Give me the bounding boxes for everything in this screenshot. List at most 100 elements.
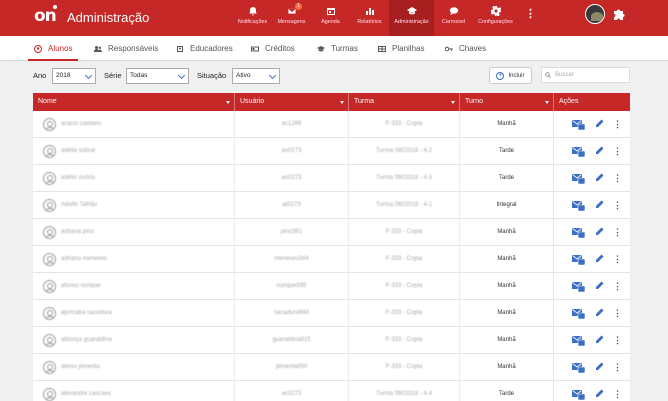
edit-icon[interactable]: [595, 362, 604, 371]
aluno-name[interactable]: acacio caetano: [61, 121, 101, 127]
table-row[interactable]: adriana pino pino361 F-333 - Copia Manhã ⋮: [33, 219, 630, 246]
column-turma[interactable]: Turma: [349, 93, 460, 111]
edit-icon[interactable]: [595, 335, 604, 344]
user-avatar-icon: [43, 334, 56, 347]
row-menu-icon[interactable]: ⋮: [613, 300, 622, 326]
cell-turno: Manhã: [460, 219, 554, 245]
aluno-name[interactable]: aldonça guaraldina: [61, 337, 112, 343]
send-message-icon[interactable]: [572, 120, 585, 130]
send-message-icon[interactable]: [572, 228, 585, 238]
edit-icon[interactable]: [595, 389, 604, 398]
ano-select[interactable]: 2018: [52, 68, 96, 84]
row-menu-icon[interactable]: ⋮: [613, 354, 622, 380]
row-menu-icon[interactable]: ⋮: [613, 192, 622, 218]
table-row[interactable]: aleixo pimenta pimenta850 F-333 - Copia Man…: [33, 354, 630, 381]
row-menu-icon[interactable]: ⋮: [613, 111, 622, 137]
table-row[interactable]: ajuricaba sacadura sacadura948 F-333 - Cop…: [33, 300, 630, 327]
user-avatar-icon: [43, 226, 56, 239]
user-avatar-icon: [43, 253, 56, 266]
aluno-name[interactable]: afonso ourique: [61, 283, 101, 289]
student-icon: [34, 44, 42, 53]
send-message-icon[interactable]: [572, 282, 585, 292]
row-menu-icon[interactable]: ⋮: [613, 165, 622, 191]
logo-dot: [53, 5, 57, 9]
column-nome[interactable]: Nome: [33, 93, 235, 111]
user-avatar-icon: [43, 145, 56, 158]
edit-icon[interactable]: [595, 119, 604, 128]
row-menu-icon[interactable]: ⋮: [613, 327, 622, 353]
nav-relatorios[interactable]: Relatórios: [350, 0, 389, 36]
send-message-icon[interactable]: [572, 309, 585, 319]
nav-label: Configurações: [478, 19, 513, 25]
nav-carrossel[interactable]: Carrossel: [434, 0, 473, 36]
admin-tabs: Alunos Responsáveis Educadores Créditos …: [0, 36, 668, 61]
table-row[interactable]: adélia sobral ao0273 Turma 0802018 - 4-2 Ta…: [33, 138, 630, 165]
cell-turno: Tarde: [460, 138, 554, 164]
aluno-name[interactable]: adélia sobral: [61, 148, 95, 154]
nav-administracao[interactable]: Administração: [389, 0, 434, 36]
table-row[interactable]: adélio osório ao0273 Turma 0802018 - 4-3 Ta…: [33, 165, 630, 192]
more-options-icon[interactable]: ⋮: [525, 7, 536, 20]
situacao-select[interactable]: Ativo: [232, 68, 280, 84]
edit-icon[interactable]: [595, 146, 604, 155]
aluno-name[interactable]: ajuricaba sacadura: [61, 310, 112, 316]
tab-alunos[interactable]: Alunos: [27, 36, 80, 61]
nav-mensagens[interactable]: 1 Mensagens: [272, 0, 311, 36]
nav-agenda[interactable]: Agenda: [311, 0, 350, 36]
edit-icon[interactable]: [595, 200, 604, 209]
row-menu-icon[interactable]: ⋮: [613, 273, 622, 299]
table-row[interactable]: adriano meneses meneses344 F-333 - Copia Ma…: [33, 246, 630, 273]
row-menu-icon[interactable]: ⋮: [613, 246, 622, 272]
row-menu-icon[interactable]: ⋮: [613, 138, 622, 164]
cell-turma: F-333 - Copia: [349, 354, 460, 380]
aluno-name[interactable]: Adolfo Talhão: [61, 202, 97, 208]
aluno-name[interactable]: alexandre cascaes: [61, 391, 111, 397]
avatar[interactable]: [585, 4, 605, 24]
aluno-name[interactable]: adriana pino: [61, 229, 94, 235]
search-input[interactable]: Buscar: [541, 67, 630, 83]
nav-configuracoes[interactable]: Configurações: [473, 0, 518, 36]
cell-turma: F-333 - Copia: [349, 273, 460, 299]
cell-turno: Tarde: [460, 381, 554, 401]
incluir-button[interactable]: + Incluir: [489, 67, 532, 84]
aluno-name[interactable]: aleixo pimenta: [61, 364, 100, 370]
send-message-icon[interactable]: [572, 390, 585, 400]
ano-label: Ano: [33, 71, 47, 80]
serie-select[interactable]: Todas: [126, 68, 189, 84]
edit-icon[interactable]: [595, 254, 604, 263]
row-menu-icon[interactable]: ⋮: [613, 219, 622, 245]
send-message-icon[interactable]: [572, 174, 585, 184]
edit-icon[interactable]: [595, 281, 604, 290]
send-message-icon[interactable]: [572, 201, 585, 211]
table-row[interactable]: alexandre cascaes ac0273 Turma 0802018 - 4…: [33, 381, 630, 401]
column-usuario[interactable]: Usuário: [235, 93, 349, 111]
table-row[interactable]: aldonça guaraldina guaraldina815 F-333 - C…: [33, 327, 630, 354]
row-menu-icon[interactable]: ⋮: [613, 381, 622, 401]
nav-label: Relatórios: [357, 19, 382, 25]
aluno-name[interactable]: adélio osório: [61, 175, 95, 181]
tab-educadores[interactable]: Educadores: [176, 36, 233, 61]
nav-notificacoes[interactable]: Notificações: [233, 0, 272, 36]
table-row[interactable]: acacio caetano ac1289 F-333 - Copia Manhã ⋮: [33, 111, 630, 138]
tab-creditos[interactable]: Créditos: [251, 36, 295, 61]
send-message-icon[interactable]: [572, 255, 585, 265]
send-message-icon[interactable]: [572, 336, 585, 346]
table-row[interactable]: Adolfo Talhão at0273 Turma 0802018 - 4-1 In…: [33, 192, 630, 219]
edit-icon[interactable]: [595, 227, 604, 236]
aluno-name[interactable]: adriano meneses: [61, 256, 107, 262]
app-logo[interactable]: on: [34, 6, 57, 26]
user-avatar-icon: [43, 199, 56, 212]
tab-turmas[interactable]: Turmas: [317, 36, 358, 61]
send-message-icon[interactable]: [572, 363, 585, 373]
edit-icon[interactable]: [595, 308, 604, 317]
cell-acoes: ⋮: [554, 246, 630, 272]
column-turno[interactable]: Turno: [460, 93, 554, 111]
edit-icon[interactable]: [595, 173, 604, 182]
send-message-icon[interactable]: [572, 147, 585, 157]
cell-acoes: ⋮: [554, 111, 630, 137]
tab-chaves[interactable]: Chaves: [445, 36, 486, 61]
puzzle-icon[interactable]: [613, 7, 626, 20]
tab-responsaveis[interactable]: Responsáveis: [94, 36, 158, 61]
tab-planilhas[interactable]: Planilhas: [378, 36, 424, 61]
table-row[interactable]: afonso ourique ourique595 F-333 - Copia Man…: [33, 273, 630, 300]
